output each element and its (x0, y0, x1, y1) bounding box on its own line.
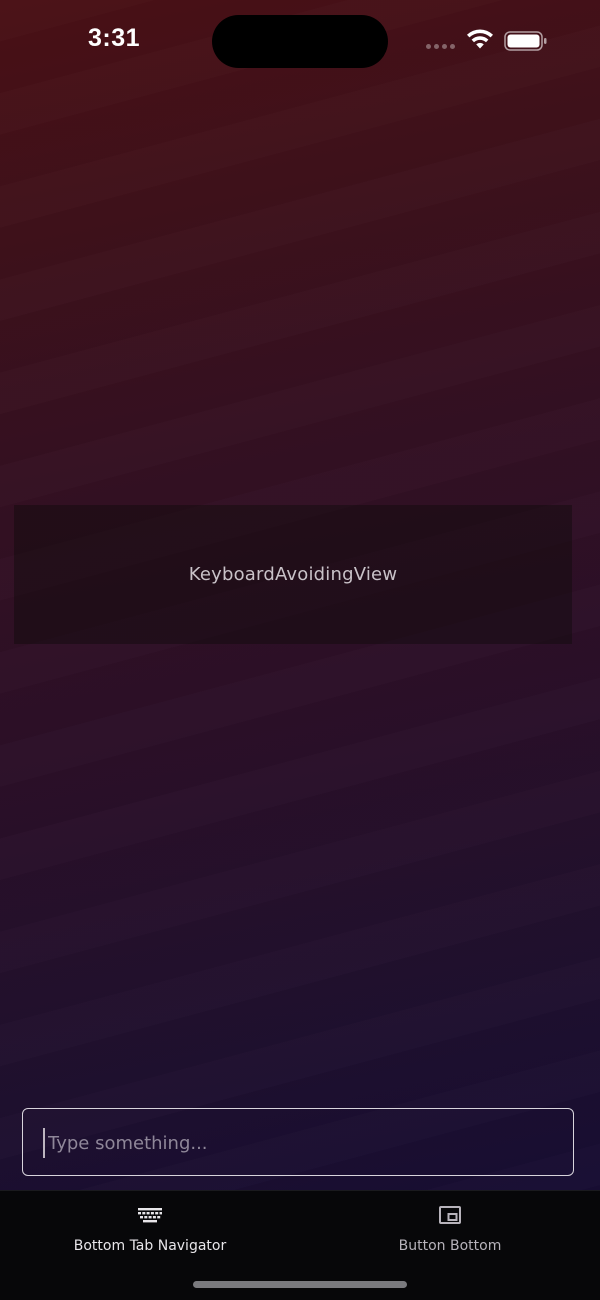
signal-dots-icon (426, 44, 455, 49)
keyboard-icon (138, 1208, 162, 1223)
app-screen: 3:31 KeyboardAvoidingView Type something… (0, 0, 600, 1300)
home-indicator (193, 1281, 407, 1288)
dynamic-island (212, 15, 388, 68)
picture-in-picture-icon (439, 1206, 461, 1224)
wifi-icon (467, 29, 493, 49)
tab-bottom-tab-navigator[interactable]: Bottom Tab Navigator (0, 1191, 300, 1267)
text-input-container[interactable] (22, 1108, 574, 1176)
text-input[interactable] (43, 1128, 543, 1158)
keyboard-avoiding-view-label: KeyboardAvoidingView (188, 564, 398, 585)
keyboard-avoiding-view: KeyboardAvoidingView (14, 505, 572, 644)
tab-button-bottom[interactable]: Button Bottom (300, 1191, 600, 1267)
battery-icon (504, 31, 547, 51)
status-time: 3:31 (88, 24, 141, 52)
tab-label-button-bottom: Button Bottom (398, 1238, 502, 1254)
tab-label-bottom-tab-navigator: Bottom Tab Navigator (73, 1238, 227, 1254)
status-bar: 3:31 (0, 0, 600, 84)
